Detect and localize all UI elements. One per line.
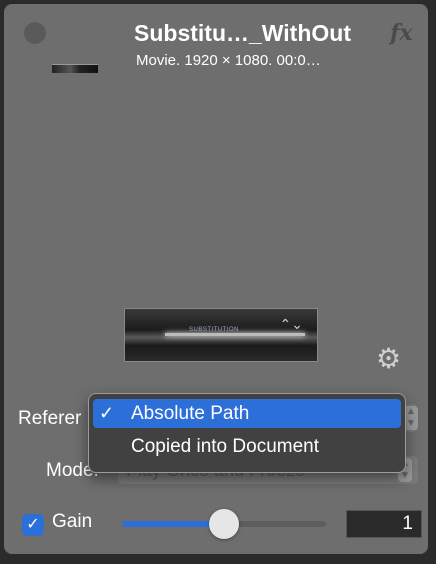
fx-icon[interactable]: fx: [390, 20, 413, 46]
gear-icon[interactable]: ⚙: [376, 342, 401, 375]
gain-value-field[interactable]: 1: [346, 510, 422, 538]
movie-preview: SUBSTITUTION ⌃⌄: [124, 308, 318, 362]
gain-slider-knob[interactable]: [209, 509, 239, 539]
menu-item-copied-into-document[interactable]: Copied into Document: [93, 432, 401, 461]
media-info: Movie. 1920 × 1080. 00:0…: [136, 52, 321, 69]
preview-label: SUBSTITUTION: [189, 327, 240, 333]
menu-item-label: Absolute Path: [131, 403, 250, 424]
preview-arrows-icon: ⌃⌄: [279, 316, 303, 332]
gain-label: Gain: [52, 511, 93, 532]
checkmark-icon: ✓: [99, 403, 115, 423]
menu-item-absolute-path[interactable]: ✓ Absolute Path: [93, 399, 401, 428]
reference-label: Referer: [18, 408, 82, 429]
media-title: Substitu…_WithOut: [134, 20, 351, 46]
movie-thumbnail-icon: [52, 64, 98, 73]
reference-dropdown-menu: ✓ Absolute Path Copied into Document: [88, 393, 406, 473]
menu-item-label: Copied into Document: [131, 436, 319, 457]
gain-checkbox[interactable]: ✓: [22, 514, 44, 536]
gain-slider[interactable]: [122, 509, 326, 539]
chevron-updown-icon: ▲▼: [404, 406, 418, 430]
close-dot[interactable]: [24, 22, 46, 44]
